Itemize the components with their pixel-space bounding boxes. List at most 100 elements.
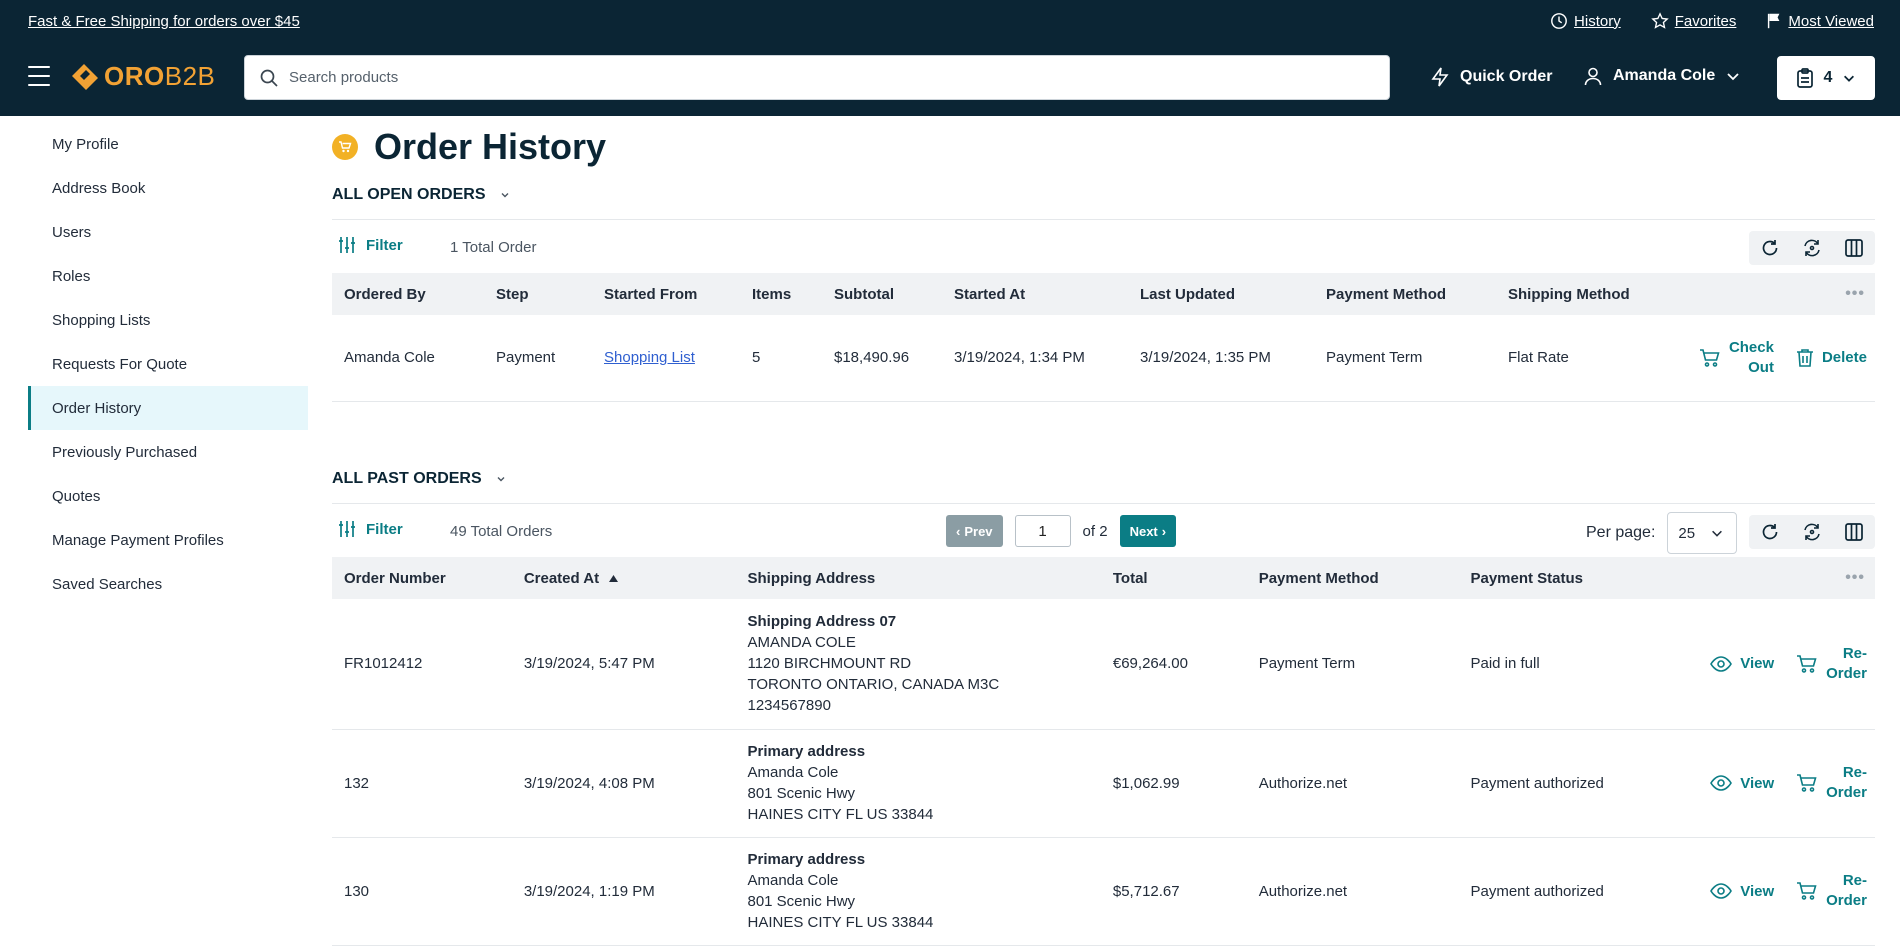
started-from-link[interactable]: Shopping List <box>604 349 695 366</box>
page-count: of 2 <box>1082 522 1108 540</box>
logo[interactable]: OROB2B <box>70 61 215 92</box>
cart-icon <box>1796 773 1818 793</box>
sidebar-item-roles[interactable]: Roles <box>28 254 308 298</box>
menu-icon[interactable] <box>28 66 50 86</box>
page-header: Order History <box>332 126 606 168</box>
open-orders-toggle[interactable]: ALL OPEN ORDERS <box>332 186 510 204</box>
column-header[interactable]: Step <box>484 273 592 315</box>
favorites-link[interactable]: Favorites <box>1650 12 1736 30</box>
user-menu[interactable]: Amanda Cole <box>1583 66 1741 86</box>
page-title: Order History <box>374 126 607 167</box>
shopping-list-count: 4 <box>1823 69 1833 86</box>
sidebar-item-shopping-lists[interactable]: Shopping Lists <box>28 298 308 342</box>
column-header[interactable]: Order Number <box>332 557 512 599</box>
past-orders-toggle[interactable]: ALL PAST ORDERS <box>332 470 506 488</box>
cart-icon <box>1699 348 1721 368</box>
sidebar-item-users[interactable]: Users <box>28 210 308 254</box>
most-viewed-link-label: Most Viewed <box>1788 12 1874 30</box>
view-button[interactable]: View <box>1710 653 1774 674</box>
column-header[interactable]: Payment Method <box>1314 273 1496 315</box>
search-box <box>244 55 1390 100</box>
order-number: 132 <box>332 729 512 838</box>
history-link[interactable]: History <box>1550 12 1621 30</box>
clipboard-icon <box>1796 68 1814 88</box>
per-page-value: 25 <box>1678 524 1696 542</box>
column-header[interactable]: Subtotal <box>822 273 942 315</box>
column-header[interactable]: Items <box>740 273 822 315</box>
page-number-input[interactable] <box>1014 515 1071 547</box>
sidebar-item-previously-purchased[interactable]: Previously Purchased <box>28 430 308 474</box>
table-row: 130 3/19/2024, 1:19 PM Primary address A… <box>332 837 1875 946</box>
refresh-icon[interactable] <box>1749 231 1791 265</box>
per-page-select[interactable]: 25 <box>1667 512 1738 554</box>
chevron-down-icon <box>1710 526 1724 540</box>
column-header[interactable]: Started From <box>592 273 740 315</box>
more-options-icon[interactable]: ••• <box>1698 557 1875 599</box>
open-orders-toolbar: Filter 1 Total Order <box>332 228 1875 268</box>
column-header[interactable]: Shipping Address <box>735 557 1100 599</box>
grid-tools <box>1749 231 1875 265</box>
columns-icon[interactable] <box>1833 231 1875 265</box>
table-header-row: Order Number Created At Shipping Address… <box>332 557 1875 599</box>
sidebar-item-quotes[interactable]: Quotes <box>28 474 308 518</box>
reset-icon[interactable] <box>1791 231 1833 265</box>
column-header[interactable]: Ordered By <box>332 273 484 315</box>
prev-page-button[interactable]: ‹ Prev <box>946 515 1003 547</box>
user-name: Amanda Cole <box>1613 67 1716 84</box>
sidebar-item-saved-searches[interactable]: Saved Searches <box>28 562 308 606</box>
reorder-button[interactable]: Re- Order <box>1796 871 1867 911</box>
sidebar-item-manage-payment-profiles[interactable]: Manage Payment Profiles <box>28 518 308 562</box>
quick-order-button[interactable]: Quick Order <box>1430 66 1552 88</box>
next-page-button[interactable]: Next › <box>1119 515 1177 547</box>
table-row: FR1012412 3/19/2024, 5:47 PM Shipping Ad… <box>332 599 1875 730</box>
payment-status: Paid in full <box>1458 599 1699 730</box>
order-number: FR1012412 <box>332 599 512 730</box>
row-actions: View Re- Order <box>1710 644 1875 684</box>
view-button[interactable]: View <box>1710 773 1774 794</box>
chevron-left-icon: ‹ <box>956 523 961 539</box>
most-viewed-link[interactable]: Most Viewed <box>1766 12 1874 30</box>
column-header[interactable]: Payment Status <box>1458 557 1698 599</box>
sidebar-item-address-book[interactable]: Address Book <box>28 166 308 210</box>
past-orders-filter-button[interactable]: Filter <box>338 520 403 538</box>
sidebar-item-my-profile[interactable]: My Profile <box>28 122 308 166</box>
reorder-button[interactable]: Re- Order <box>1796 763 1867 803</box>
subtotal: $18,490.96 <box>822 315 942 402</box>
quick-order-label: Quick Order <box>1460 68 1553 85</box>
reorder-button[interactable]: Re- Order <box>1796 644 1867 684</box>
delete-button[interactable]: Delete <box>1796 347 1867 368</box>
more-options-icon[interactable]: ••• <box>1676 273 1875 315</box>
sidebar-item-order-history[interactable]: Order History <box>28 386 308 430</box>
past-orders-table: Order Number Created At Shipping Address… <box>332 557 1875 946</box>
column-header[interactable]: Started At <box>942 273 1128 315</box>
sidebar-item-requests-for-quote[interactable]: Requests For Quote <box>28 342 308 386</box>
created-at: 3/19/2024, 5:47 PM <box>511 599 736 730</box>
user-icon <box>1583 66 1603 86</box>
cart-icon <box>1796 654 1818 674</box>
pagination: ‹ Prev of 2 Next › <box>946 515 1177 547</box>
column-header[interactable]: Last Updated <box>1128 273 1314 315</box>
reset-icon[interactable] <box>1791 515 1833 549</box>
open-orders-total: 1 Total Order <box>450 239 537 256</box>
column-header[interactable]: Total <box>1101 557 1247 599</box>
search-input[interactable] <box>289 69 1369 86</box>
columns-icon[interactable] <box>1833 515 1875 549</box>
payment-method: Payment Term <box>1246 599 1459 730</box>
payment-status: Payment authorized <box>1458 729 1699 838</box>
column-header[interactable]: Payment Method <box>1247 557 1459 599</box>
promo-link[interactable]: Fast & Free Shipping for orders over $45 <box>28 13 300 30</box>
order-number: 130 <box>332 837 512 946</box>
reorder-label: Re- Order <box>1826 872 1867 909</box>
checkout-button[interactable]: Check Out <box>1699 338 1774 378</box>
open-orders-heading: ALL OPEN ORDERS <box>332 186 486 203</box>
open-orders-filter-button[interactable]: Filter <box>338 236 403 254</box>
column-header-sorted[interactable]: Created At <box>512 557 736 599</box>
shipping-method: Flat Rate <box>1496 315 1676 402</box>
refresh-icon[interactable] <box>1749 515 1791 549</box>
delete-label: Delete <box>1821 349 1867 367</box>
view-button[interactable]: View <box>1710 881 1774 902</box>
column-header[interactable]: Shipping Method <box>1496 273 1676 315</box>
eye-icon <box>1710 883 1733 899</box>
flag-icon <box>1766 12 1782 30</box>
shopping-list-button[interactable]: 4 <box>1777 56 1875 100</box>
